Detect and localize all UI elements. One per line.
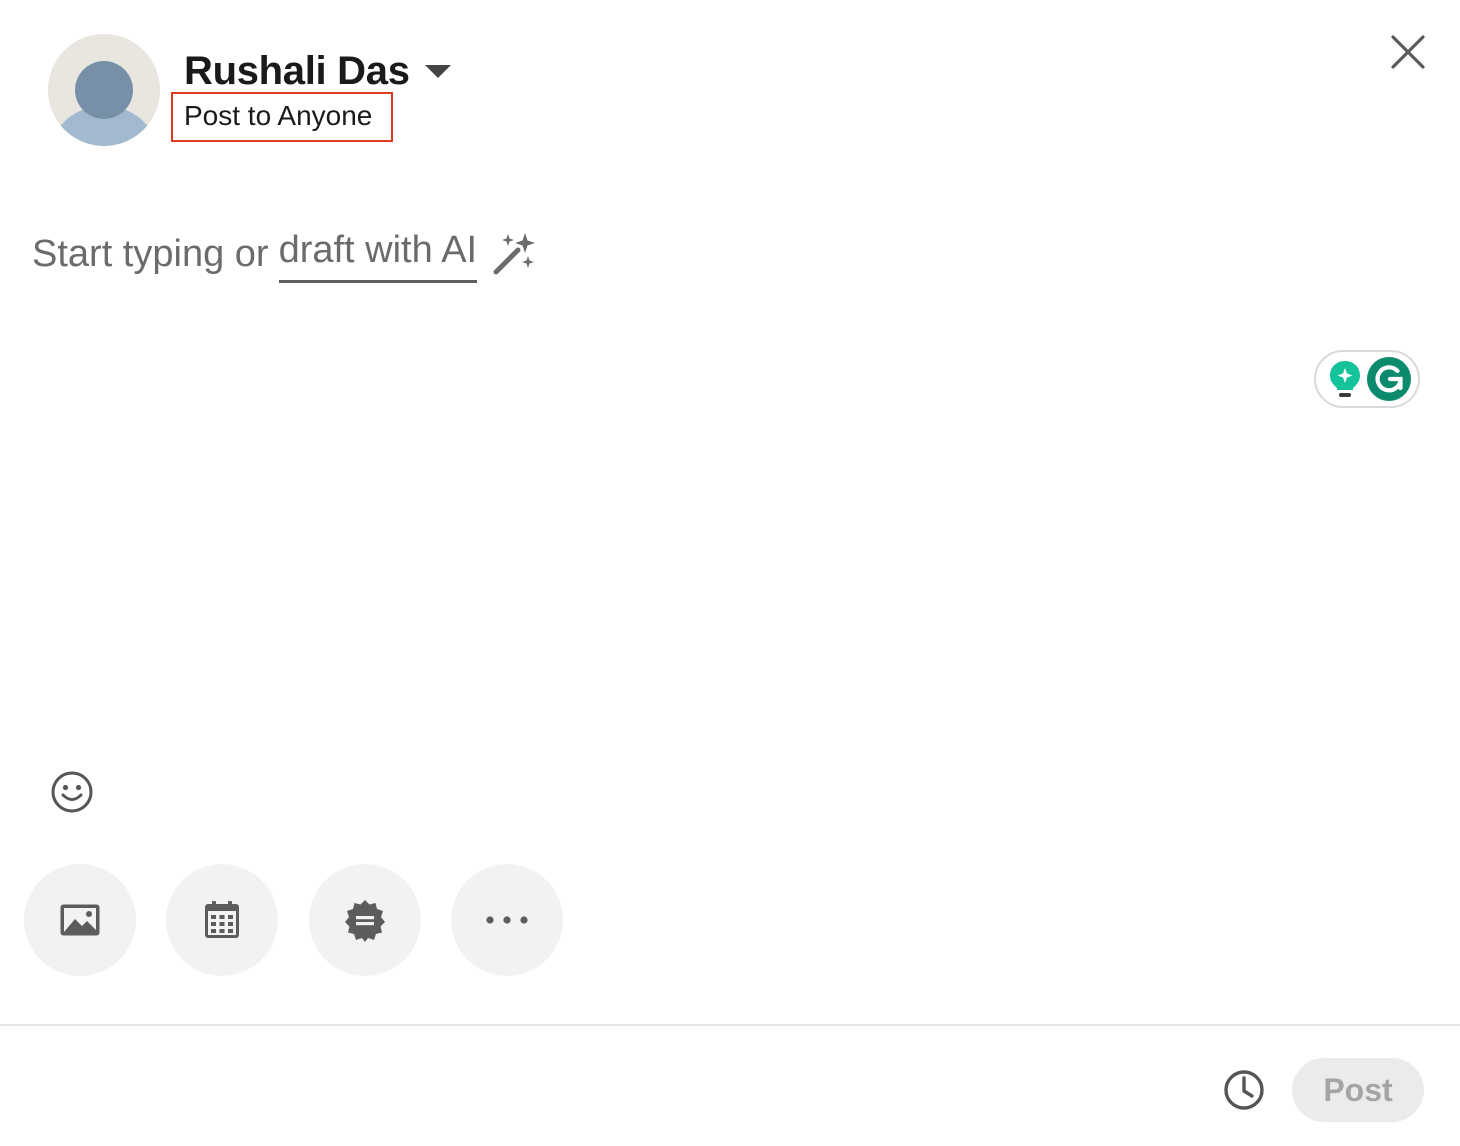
- clock-icon: [1224, 1070, 1264, 1110]
- author-name[interactable]: Rushali Das: [184, 46, 410, 96]
- schedule-post-button[interactable]: [1218, 1064, 1270, 1116]
- author-switch-dropdown[interactable]: [418, 58, 458, 84]
- add-media-button[interactable]: [24, 864, 136, 976]
- grammarly-widget[interactable]: [1314, 350, 1420, 408]
- magic-wand-sparkles-icon[interactable]: [491, 231, 537, 277]
- create-event-button[interactable]: [166, 864, 278, 976]
- close-icon: [1391, 35, 1425, 69]
- draft-with-ai-link[interactable]: draft with AI: [278, 224, 478, 283]
- default-avatar-icon: [48, 34, 160, 146]
- calendar-icon: [205, 901, 239, 938]
- close-button[interactable]: [1380, 24, 1436, 80]
- avatar: [48, 34, 160, 146]
- audience-selector[interactable]: Post to Anyone: [184, 96, 372, 136]
- grammarly-g-icon[interactable]: [1366, 356, 1412, 402]
- more-options-button[interactable]: [451, 864, 563, 976]
- caret-down-icon: [425, 65, 451, 78]
- badge-icon: [345, 900, 385, 942]
- create-post-dialog: Rushali Das Post to Anyone Start typing …: [0, 0, 1460, 1146]
- more-icon: [486, 916, 528, 924]
- editor-placeholder-text: Start typing or: [32, 232, 269, 275]
- lightbulb-sparkle-icon[interactable]: [1328, 359, 1362, 399]
- footer-divider: [0, 1024, 1460, 1026]
- image-icon: [60, 904, 100, 936]
- emoji-button[interactable]: [48, 768, 96, 816]
- emoji-smiley-icon: [51, 771, 93, 813]
- post-button[interactable]: Post: [1292, 1058, 1424, 1122]
- celebrate-badge-button[interactable]: [309, 864, 421, 976]
- post-editor[interactable]: Start typing or draft with AI: [32, 224, 537, 283]
